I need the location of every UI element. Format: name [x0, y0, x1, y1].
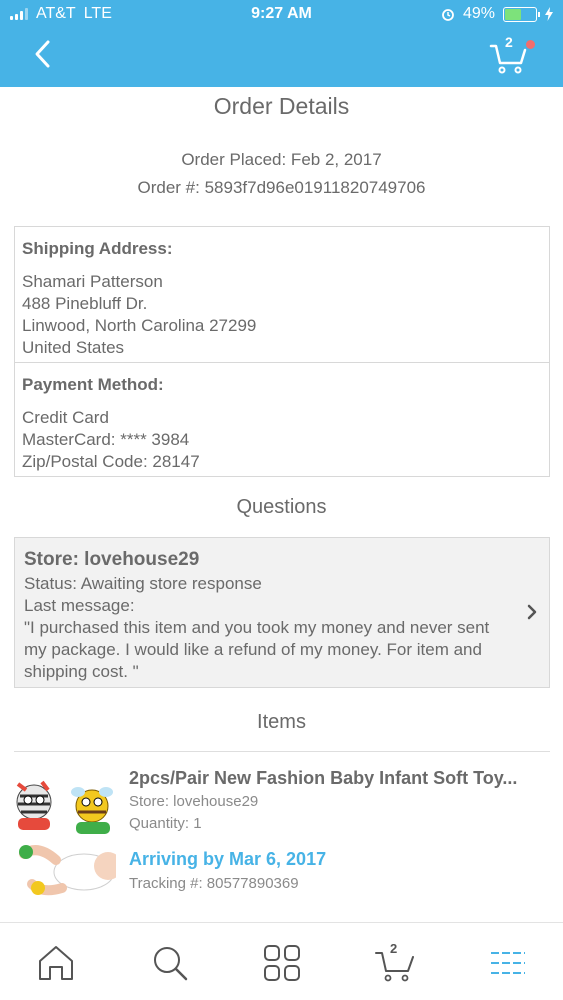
bottom-tab-bar: 2 — [0, 922, 563, 1000]
divider — [14, 751, 550, 752]
search-icon — [154, 947, 188, 981]
chevron-left-icon — [35, 40, 50, 68]
item-store: Store: lovehouse29 — [129, 793, 259, 810]
payment-method-card: Payment Method: Credit Card MasterCard: … — [14, 362, 550, 477]
item-name[interactable]: 2pcs/Pair New Fashion Baby Infant Soft T… — [129, 768, 549, 789]
battery-percent: 49% — [462, 5, 495, 22]
payment-type: Credit Card — [22, 408, 109, 427]
top-header: AT&T LTE 9:27 AM 49% 2 — [0, 0, 563, 87]
home-icon — [39, 946, 73, 980]
shipping-city: Linwood, North Carolina 27299 — [22, 316, 257, 335]
alarm-icon — [442, 9, 454, 21]
page-title: Order Details — [213, 93, 350, 119]
cart-count: 2 — [505, 34, 513, 50]
order-placed: Order Placed: Feb 2, 2017 — [181, 150, 382, 169]
payment-heading: Payment Method: — [22, 375, 164, 394]
shipping-street: 488 Pinebluff Dr. — [22, 294, 148, 313]
tab-home[interactable] — [34, 941, 78, 985]
arrival-date: Arriving by Mar 6, 2017 — [129, 849, 327, 869]
question-store: Store: lovehouse29 — [24, 549, 200, 570]
tab-cart-count: 2 — [390, 941, 398, 956]
tab-cart[interactable]: 2 — [374, 941, 418, 985]
categories-icon — [264, 945, 300, 981]
notification-dot — [526, 40, 535, 49]
shipping-country: United States — [22, 338, 125, 357]
tracking-number[interactable]: Tracking #: 80577890369 — [129, 875, 299, 892]
cart-button[interactable]: 2 — [489, 34, 535, 76]
shipping-address-card: Shipping Address: Shamari Patterson 488 … — [14, 226, 550, 363]
product-thumbnail[interactable] — [12, 772, 116, 902]
question-status: Status: Awaiting store response — [24, 574, 262, 593]
tab-categories[interactable] — [260, 941, 304, 985]
status-bar: AT&T LTE 9:27 AM 49% — [0, 0, 563, 30]
payment-card: MasterCard: **** 3984 — [22, 430, 190, 449]
last-message-label: Last message: — [24, 596, 135, 615]
order-number: Order #: 5893f7d96e01911820749706 — [137, 178, 426, 197]
shipping-name: Shamari Patterson — [22, 272, 163, 291]
shipping-heading: Shipping Address: — [22, 239, 173, 258]
tab-search[interactable] — [148, 941, 192, 985]
items-title: Items — [257, 711, 306, 733]
last-message-text: "I purchased this item and you took my m… — [24, 618, 490, 681]
battery-icon — [503, 6, 540, 22]
question-card[interactable]: Store: lovehouse29 Status: Awaiting stor… — [14, 537, 550, 688]
tab-menu[interactable] — [486, 941, 530, 985]
menu-icon — [491, 952, 525, 974]
payment-zip: Zip/Postal Code: 28147 — [22, 452, 200, 471]
charging-icon — [545, 7, 553, 21]
item-quantity: Quantity: 1 — [129, 815, 202, 832]
back-button[interactable] — [28, 36, 58, 72]
questions-title: Questions — [236, 496, 327, 518]
order-meta: Order Placed: Feb 2, 2017 Order #: 5893f… — [0, 146, 563, 202]
chevron-right-icon — [527, 604, 537, 620]
